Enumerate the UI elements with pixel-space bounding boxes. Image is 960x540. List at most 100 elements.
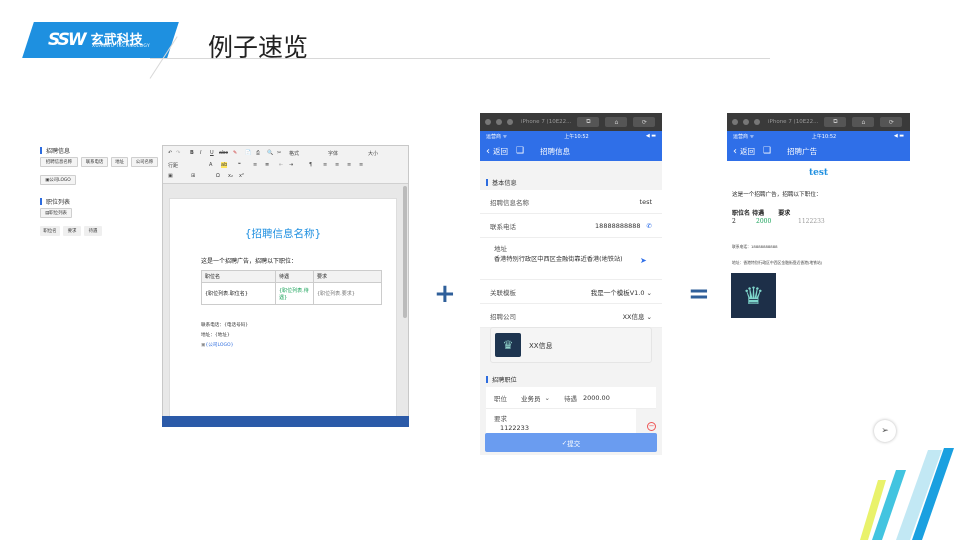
image-insert-icon[interactable]: ▣ [168,173,173,179]
section-label: 职位列表 [46,199,71,206]
ad-address: 地址：香港特别行政区中西区金融街靠近香港(地铁站) [732,260,823,265]
slide: SSW 玄武科技 XUANWU TECHNOLOGY 例子速览 招聘信息 招聘信… [0,0,960,540]
format-select[interactable]: 格式 [289,150,299,157]
field-template[interactable]: 关联模板 我是一个模板V1.0 ⌄ [480,280,662,304]
table-header: 要求 [313,270,382,283]
editor-footer-bar [162,416,409,427]
company-logo: SSW 玄武科技 XUANWU TECHNOLOGY [30,22,175,58]
subscript-icon[interactable]: x₂ [228,173,233,179]
font-select[interactable]: 字体 [328,150,338,157]
book-icon[interactable]: ❑ [763,146,771,156]
strike-button[interactable]: abc [219,150,228,156]
requirement-field[interactable]: 要求 1122233 [486,409,636,433]
decor-stripes [860,448,954,540]
back-button[interactable]: 返回 [493,146,508,157]
table-cell: {职位列表.待遇} [275,282,314,305]
ad-heading: test [808,168,829,178]
chevron-left-icon[interactable]: ‹ [733,146,737,157]
window-dot [732,119,738,125]
table-insert-icon[interactable]: ⊞ [191,173,195,179]
paragraph-icon[interactable]: ¶ [309,162,312,168]
job-row[interactable]: 职位 业务员 ⌄ 待遇 2000.00 [486,387,656,409]
book-icon[interactable]: ❑ [516,146,524,156]
align-center-icon[interactable]: ≡ [335,162,339,168]
clock: 上午10:52 [811,133,837,140]
table-header: 职位名 [732,210,751,217]
nav-bar: ‹ 返回 ❑ 招聘广告 [727,141,910,161]
chip-company-logo[interactable]: ▣ 公司LOGO [40,175,76,185]
italic-button[interactable]: I [200,150,201,156]
send-icon[interactable]: ➢ [874,420,896,442]
paste-icon[interactable]: 📄 [245,150,251,156]
align-justify-icon[interactable]: ≡ [359,162,363,168]
list-ordered-icon[interactable]: ≡ [253,162,257,168]
print-icon[interactable]: ⎙ [256,150,260,156]
field-value: XX信息 [622,312,645,321]
chip-requirement[interactable]: 要求 [63,226,81,236]
field-label: 关联模板 [490,288,516,297]
field-label: 联系电话 [490,222,516,231]
list-unordered-icon[interactable]: ≣ [265,162,269,168]
field-recruit-name[interactable]: 招聘信息名称 test [480,190,662,214]
eraser-icon[interactable]: ✎ [233,150,237,156]
field-company[interactable]: 招聘公司 XX信息 ⌄ [480,304,662,328]
pay-input[interactable]: 2000.00 [583,394,610,402]
phone-icon[interactable]: ✆ [647,222,652,230]
screenshot-icon[interactable]: ⧉ [824,117,847,127]
field-address[interactable]: 地址 香港特别行政区中西区金融街靠近香港(地铁站) ➤ [480,238,662,280]
special-char-icon[interactable]: Ω [216,173,220,179]
font-color-icon[interactable]: A [209,162,212,168]
table-cell: 2000 [756,218,772,225]
chip-company[interactable]: 公司名称 [131,157,158,167]
battery-icon: ◀ ▬ [893,133,904,139]
field-value: 我是一个模板V1.0 [590,288,645,297]
align-right-icon[interactable]: ≡ [347,162,351,168]
table-header: 职位名 [201,270,276,283]
editor-scrollbar[interactable] [403,186,407,318]
superscript-icon[interactable]: x² [239,173,244,179]
remove-icon[interactable]: − [647,422,656,431]
quote-icon[interactable]: ❝ [238,162,241,168]
cut-icon[interactable]: ✂ [277,150,281,156]
field-label: 地址 [494,245,507,253]
back-button[interactable]: 返回 [740,146,755,157]
line-height-select[interactable]: 行距 [168,162,178,169]
doc-logo: ▣{公司LOGO} [201,342,234,348]
align-left-icon[interactable]: ≡ [323,162,327,168]
size-select[interactable]: 大小 [368,150,378,157]
editor-document[interactable]: {招聘信息名称} 这是一个招聘广告，招聘以下职位： 职位名 待遇 要求 {职位列… [169,198,397,426]
field-label: 招聘公司 [490,312,516,321]
submit-button[interactable]: ✓ 提交 [485,433,657,452]
chip-job-name[interactable]: 职位名 [40,226,60,236]
home-icon[interactable]: ⌂ [852,117,875,127]
underline-button[interactable]: U [210,150,214,156]
field-phone[interactable]: 联系电话 18888888888 ✆ [480,214,662,238]
location-icon[interactable]: ➤ [640,256,647,265]
screenshot-icon[interactable]: ⧉ [577,117,600,127]
highlight-icon[interactable]: ab [221,162,228,168]
chip-phone[interactable]: 联系电话 [81,157,108,167]
chevron-down-icon: ⌄ [644,288,652,297]
job-select[interactable]: 业务员 [521,393,541,403]
chip-recruit-name[interactable]: 招聘信息名称 [40,157,78,167]
indent-icon[interactable]: ⇥ [289,162,293,168]
job-label: 职位 [494,394,507,403]
nav-title: 招聘信息 [540,146,571,156]
home-icon[interactable]: ⌂ [605,117,628,127]
outdent-icon[interactable]: ⇤ [279,162,283,168]
company-card[interactable]: ♛ XX信息 [490,327,652,363]
undo-icon[interactable]: ↶ [168,150,172,156]
field-value: 18888888888 [595,221,641,230]
preview-icon[interactable]: 🔍 [267,150,273,156]
chip-address[interactable]: 地址 [111,157,128,167]
rotate-icon[interactable]: ⟳ [880,117,903,127]
window-dot [496,119,502,125]
chip-salary[interactable]: 待遇 [84,226,102,236]
redo-icon[interactable]: ↷ [176,150,180,156]
simulator-title: iPhone 7 (10E22... [768,119,819,125]
rotate-icon[interactable]: ⟳ [633,117,656,127]
section-label: 招聘职位 [492,377,517,384]
chevron-left-icon[interactable]: ‹ [486,146,490,157]
bold-button[interactable]: B [190,150,194,156]
chip-job-list[interactable]: ▤ 职位列表 [40,208,72,218]
